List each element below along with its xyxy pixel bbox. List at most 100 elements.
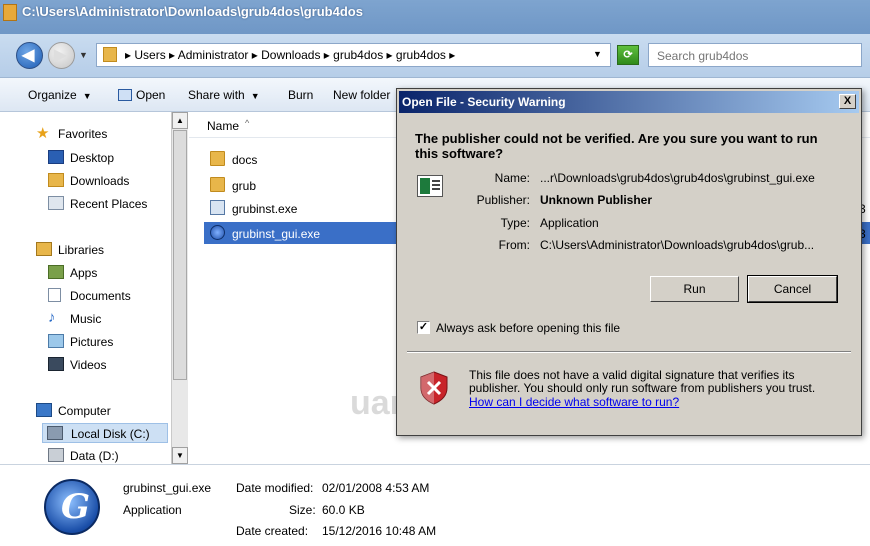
burn-button[interactable]: Burn (288, 88, 313, 102)
details-size: 60.0 KB (322, 503, 365, 517)
nav-computer[interactable]: Computer (36, 401, 166, 421)
nav-apps[interactable]: Apps (48, 263, 168, 283)
scroll-up-icon[interactable]: ▲ (172, 112, 188, 129)
breadcrumb[interactable]: ▸ Users ▸ Administrator ▸ Downloads ▸ gr… (125, 48, 455, 62)
open-button[interactable]: Open (118, 88, 165, 102)
address-bar[interactable]: ▸ Users ▸ Administrator ▸ Downloads ▸ gr… (96, 43, 611, 67)
nav-recent-places[interactable]: Recent Places (48, 194, 168, 214)
file-name: grub (232, 179, 257, 193)
file-name: grubinst.exe (232, 202, 298, 216)
nav-desktop[interactable]: Desktop (48, 148, 168, 168)
details-type: Application (123, 503, 182, 517)
column-name-label: Name (207, 119, 240, 133)
desktop-icon (48, 150, 64, 164)
nav-documents[interactable]: Documents (48, 286, 168, 306)
nav-local-disk-c[interactable]: Local Disk (C:) (42, 423, 168, 443)
navigation-pane: ★ Favorites Desktop Downloads Recent Pla… (0, 112, 170, 464)
window-title-bar[interactable]: C:\Users\Administrator\Downloads\grub4do… (0, 0, 870, 34)
nav-label: Libraries (58, 243, 105, 257)
publisher-label: Publisher: (476, 193, 530, 207)
run-button[interactable]: Run (650, 276, 739, 302)
close-button[interactable]: X (839, 94, 856, 109)
details-date-created: 15/12/2016 10:48 AM (322, 524, 437, 538)
dropdown-arrow-icon: ▼ (250, 91, 260, 101)
details-label: Size: (289, 503, 316, 517)
search-input[interactable] (655, 48, 855, 64)
refresh-button[interactable]: ⟳ (617, 45, 639, 65)
drive-icon (48, 448, 64, 462)
drive-icon (47, 426, 63, 440)
dropdown-arrow-icon: ▼ (82, 91, 92, 101)
nav-downloads[interactable]: Downloads (48, 171, 168, 191)
search-box[interactable] (648, 43, 862, 67)
nav-label: Videos (70, 358, 107, 372)
nav-videos[interactable]: Videos (48, 355, 168, 375)
divider (407, 351, 851, 353)
organize-button[interactable]: Organize ▼ (28, 88, 92, 102)
nav-label: Data (D:) (70, 449, 119, 463)
history-dropdown-icon[interactable]: ▼ (79, 50, 88, 60)
nav-label: Documents (70, 289, 131, 303)
address-dropdown-icon[interactable]: ▼ (593, 49, 602, 59)
videos-icon (48, 357, 64, 371)
nav-data-d[interactable]: Data (D:) (48, 446, 168, 464)
always-ask-label[interactable]: Always ask before opening this file (436, 321, 620, 335)
details-date-modified: 02/01/2008 4:53 AM (322, 481, 430, 495)
name-label: Name: (494, 171, 530, 185)
dialog-title: Open File - Security Warning (402, 95, 566, 109)
nav-label: Computer (58, 404, 111, 418)
new-folder-button[interactable]: New folder (333, 88, 390, 102)
pictures-icon (48, 334, 64, 348)
nav-libraries[interactable]: Libraries (36, 240, 166, 260)
scroll-thumb[interactable] (173, 130, 187, 380)
publisher-value: Unknown Publisher (540, 193, 653, 207)
computer-icon (36, 403, 52, 417)
forward-button[interactable]: ▶ (48, 42, 75, 69)
cancel-button[interactable]: Cancel (747, 275, 838, 303)
nav-label: Downloads (70, 174, 130, 188)
music-icon: ♪ (48, 309, 56, 326)
nav-label: Favorites (58, 127, 108, 141)
documents-icon (48, 288, 61, 302)
exe-icon (210, 200, 225, 215)
address-row: ◀ ▶ ▼ ▸ Users ▸ Administrator ▸ Download… (0, 34, 870, 78)
nav-label: Apps (70, 266, 98, 280)
folder-icon (3, 4, 17, 21)
name-value: ...r\Downloads\grub4dos\grub4dos\grubins… (540, 171, 815, 185)
from-label: From: (498, 238, 530, 252)
file-name: grubinst_gui.exe (232, 227, 321, 241)
from-value: C:\Users\Administrator\Downloads\grub4do… (540, 238, 815, 252)
details-pane: G grubinst_gui.exe Application Date modi… (0, 464, 870, 546)
sort-ascending-icon: ^ (245, 118, 250, 128)
folder-icon (210, 151, 225, 166)
dialog-title-bar[interactable]: Open File - Security Warning X (399, 91, 859, 113)
security-warning-dialog: Open File - Security Warning X The publi… (396, 88, 862, 436)
downloads-icon (48, 173, 64, 187)
folder-icon (103, 47, 117, 62)
nav-label: Desktop (70, 151, 115, 165)
app-icon (210, 225, 225, 240)
nav-label: Pictures (70, 335, 114, 349)
scroll-down-icon[interactable]: ▼ (172, 447, 188, 464)
apps-icon (48, 265, 64, 279)
window-title: C:\Users\Administrator\Downloads\grub4do… (22, 4, 363, 19)
details-label: Date modified: (236, 481, 314, 495)
type-label: Type: (500, 216, 530, 230)
help-link[interactable]: How can I decide what software to run? (469, 395, 679, 409)
libraries-icon (36, 242, 52, 256)
always-ask-checkbox[interactable]: ✓ (417, 321, 430, 334)
open-label: Open (136, 88, 166, 102)
nav-scrollbar[interactable]: ▲ ▼ (171, 112, 188, 464)
star-icon: ★ (36, 125, 50, 142)
share-with-button[interactable]: Share with ▼ (188, 88, 260, 102)
arrow-right-icon: ▶ (54, 47, 67, 64)
organize-label: Organize (28, 88, 77, 102)
nav-music[interactable]: ♪ Music (48, 309, 168, 329)
nav-label: Music (70, 312, 102, 326)
nav-pictures[interactable]: Pictures (48, 332, 168, 352)
share-with-label: Share with (188, 88, 245, 102)
back-button[interactable]: ◀ (16, 42, 43, 69)
file-name: docs (232, 153, 258, 167)
nav-favorites[interactable]: ★ Favorites (36, 124, 166, 144)
warning-text: This file does not have a valid digital … (469, 368, 816, 395)
